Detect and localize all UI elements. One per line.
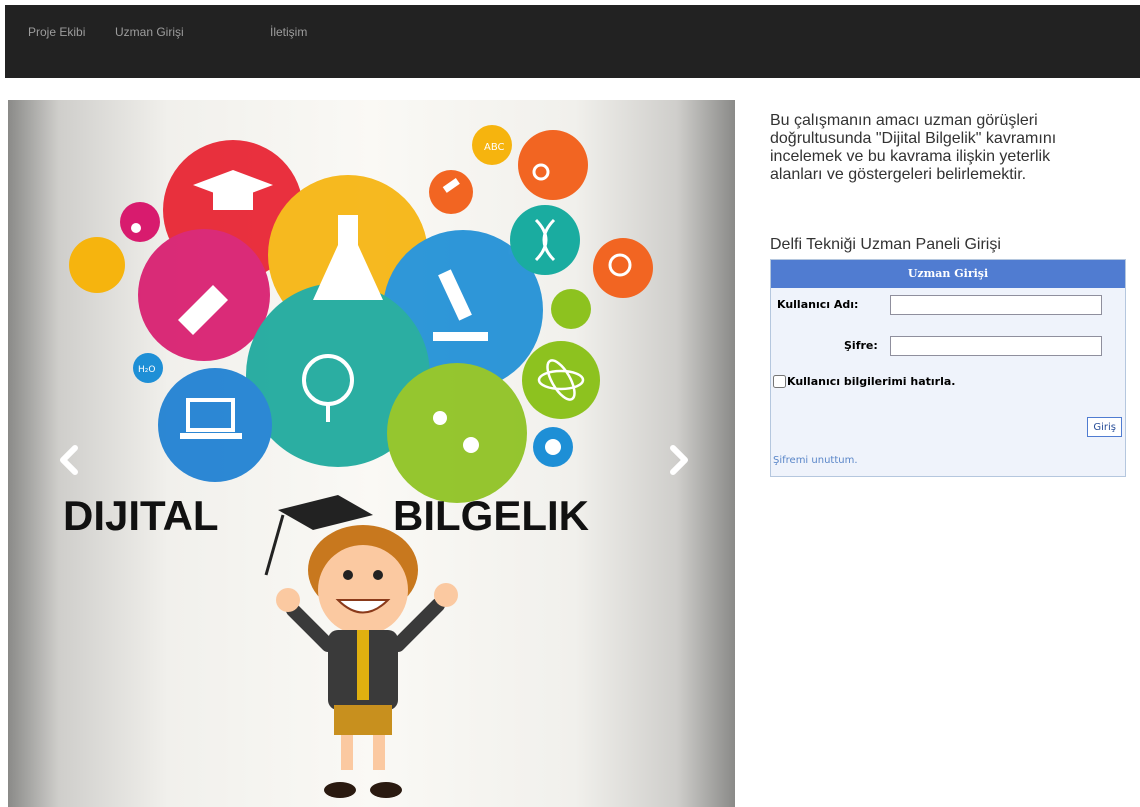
boy-hand-right: [434, 583, 458, 607]
password-input[interactable]: [890, 336, 1102, 356]
h2o-badge: H₂O: [138, 365, 155, 375]
boy-leg-left: [341, 735, 353, 770]
gear-icon: [545, 439, 561, 455]
laptop-bubble: [158, 368, 272, 482]
carousel-prev-button[interactable]: [50, 440, 90, 480]
atom-bubble: [522, 341, 600, 419]
ball-icon: [463, 437, 479, 453]
sport-bubble: [387, 363, 527, 503]
boy-eye-left: [343, 570, 353, 580]
chevron-right-icon: [670, 445, 688, 475]
forgot-password-link[interactable]: Şifremi unuttum.: [773, 455, 858, 466]
slide-title-right: BILGELIK: [393, 492, 589, 539]
music-bubble: [120, 202, 160, 242]
scissors-bubble: [518, 130, 588, 200]
login-button[interactable]: Giriş: [1087, 417, 1122, 437]
remember-me: Kullanıcı bilgilerimi hatırla.: [773, 375, 955, 388]
telescope-bubble: [429, 170, 473, 214]
laptop-keyboard: [180, 433, 242, 439]
nav-link-proje-ekibi[interactable]: Proje Ekibi: [28, 25, 85, 39]
ruler-bubble: [69, 237, 125, 293]
robot-bubble: [551, 289, 591, 329]
username-input[interactable]: [890, 295, 1102, 315]
remember-checkbox[interactable]: [773, 375, 786, 388]
microscope-base: [433, 332, 488, 341]
mortarboard-base: [213, 192, 253, 210]
boy-shoe-right: [370, 782, 402, 798]
boy-shorts: [334, 705, 392, 735]
top-navbar: Proje Ekibi Uzman Girişi İletişim: [5, 5, 1140, 78]
remember-label[interactable]: Kullanıcı bilgilerimi hatırla.: [787, 375, 955, 388]
image-carousel: ABC H₂O DIJITAL BILGELIK: [8, 100, 735, 807]
carousel-next-button[interactable]: [658, 440, 698, 480]
boy-cap: [278, 495, 373, 530]
nav-link-iletisim[interactable]: İletişim: [270, 25, 307, 39]
password-label: Şifre:: [844, 339, 878, 352]
boy-face: [318, 545, 408, 635]
chevron-left-icon: [60, 445, 78, 475]
zoom-bubble: [593, 238, 653, 298]
cartoon-boy: [264, 495, 458, 798]
nav-link-uzman-girisi[interactable]: Uzman Girişi: [115, 25, 184, 39]
username-label: Kullanıcı Adı:: [777, 298, 859, 311]
music-note-icon: [131, 223, 141, 233]
boy-arm-left: [286, 603, 335, 652]
boy-shoe-left: [324, 782, 356, 798]
panel-title: Delfi Tekniği Uzman Paneli Girişi: [770, 236, 1001, 253]
boy-leg-right: [373, 735, 385, 770]
login-header: Uzman Girişi: [771, 260, 1125, 288]
boy-arm-right: [391, 598, 445, 652]
globe-stand: [326, 404, 330, 422]
slide-title-left: DIJITAL: [63, 492, 219, 539]
boy-tie: [357, 630, 369, 700]
intro-text: Bu çalışmanın amacı uzman görüşleri doğr…: [770, 112, 1057, 183]
cap-tassel: [264, 514, 285, 576]
slide-illustration: ABC H₂O DIJITAL BILGELIK: [63, 125, 653, 798]
abc-badge: ABC: [484, 142, 505, 153]
boy-eye-right: [373, 570, 383, 580]
login-box: Uzman Girişi Kullanıcı Adı: Şifre: Kulla…: [770, 259, 1126, 477]
runner-icon: [433, 411, 447, 425]
boy-hand-left: [276, 588, 300, 612]
